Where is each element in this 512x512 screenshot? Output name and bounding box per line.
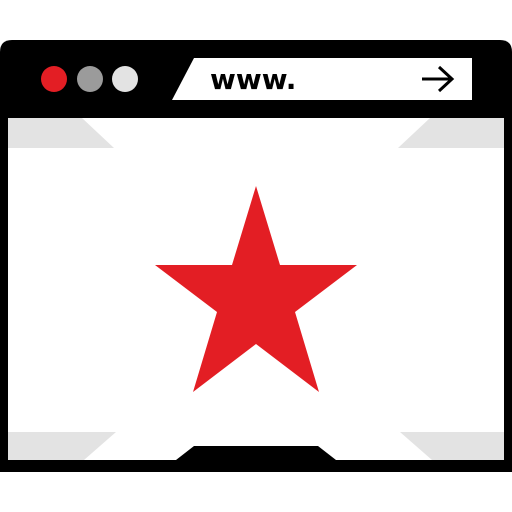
url-text: www. bbox=[210, 63, 296, 96]
close-dot[interactable] bbox=[41, 66, 67, 92]
maximize-dot[interactable] bbox=[112, 66, 138, 92]
browser-window-graphic: www. bbox=[0, 40, 512, 472]
bottom-notch bbox=[176, 446, 336, 460]
minimize-dot[interactable] bbox=[77, 66, 103, 92]
browser-window-icon: www. bbox=[0, 0, 512, 512]
address-bar[interactable]: www. bbox=[172, 58, 472, 100]
